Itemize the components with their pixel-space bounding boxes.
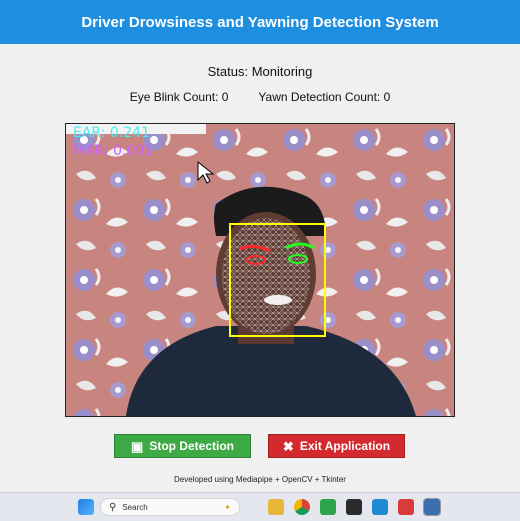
vscode-icon[interactable] (372, 499, 388, 515)
ear-readout: EAR: 0.241 (73, 125, 150, 141)
taskbar: ⚲ Search ✦ (0, 492, 520, 521)
title-bar: Driver Drowsiness and Yawning Detection … (0, 0, 520, 44)
eye-blink-count: Eye Blink Count: 0 (129, 90, 229, 104)
search-placeholder: Search (122, 502, 148, 512)
stop-square-icon: ▣ (131, 438, 144, 454)
exit-application-button[interactable]: ✖ Exit Application (268, 434, 405, 458)
yawn-detection-count: Yawn Detection Count: 0 (258, 90, 391, 104)
stop-detection-label: Stop Detection (149, 439, 234, 453)
chrome-icon[interactable] (294, 499, 310, 515)
app-icon[interactable] (320, 499, 336, 515)
python-tkinter-icon[interactable] (423, 498, 441, 516)
search-icon: ⚲ (109, 501, 117, 513)
widgets-icon: ✦ (224, 502, 231, 512)
taskbar-search[interactable]: ⚲ Search ✦ (100, 498, 240, 516)
counts-row: Eye Blink Count: 0 Yawn Detection Count:… (0, 90, 520, 104)
mar-readout: MAR: 0.001 (73, 143, 154, 159)
windows-start-icon[interactable] (78, 499, 94, 515)
camera-image (66, 124, 454, 416)
footer-credit: Developed using Mediapipe + OpenCV + Tki… (174, 475, 346, 484)
close-x-icon: ✖ (282, 438, 294, 454)
exit-application-label: Exit Application (299, 439, 391, 453)
app-red-icon[interactable] (398, 499, 414, 515)
camera-feed: EAR: 0.241 MAR: 0.001 (65, 123, 455, 417)
status-text: Status: Monitoring (207, 64, 313, 79)
stop-detection-button[interactable]: ▣ Stop Detection (114, 434, 251, 458)
terminal-icon[interactable] (346, 499, 362, 515)
app-title: Driver Drowsiness and Yawning Detection … (81, 13, 439, 31)
file-explorer-icon[interactable] (268, 499, 284, 515)
